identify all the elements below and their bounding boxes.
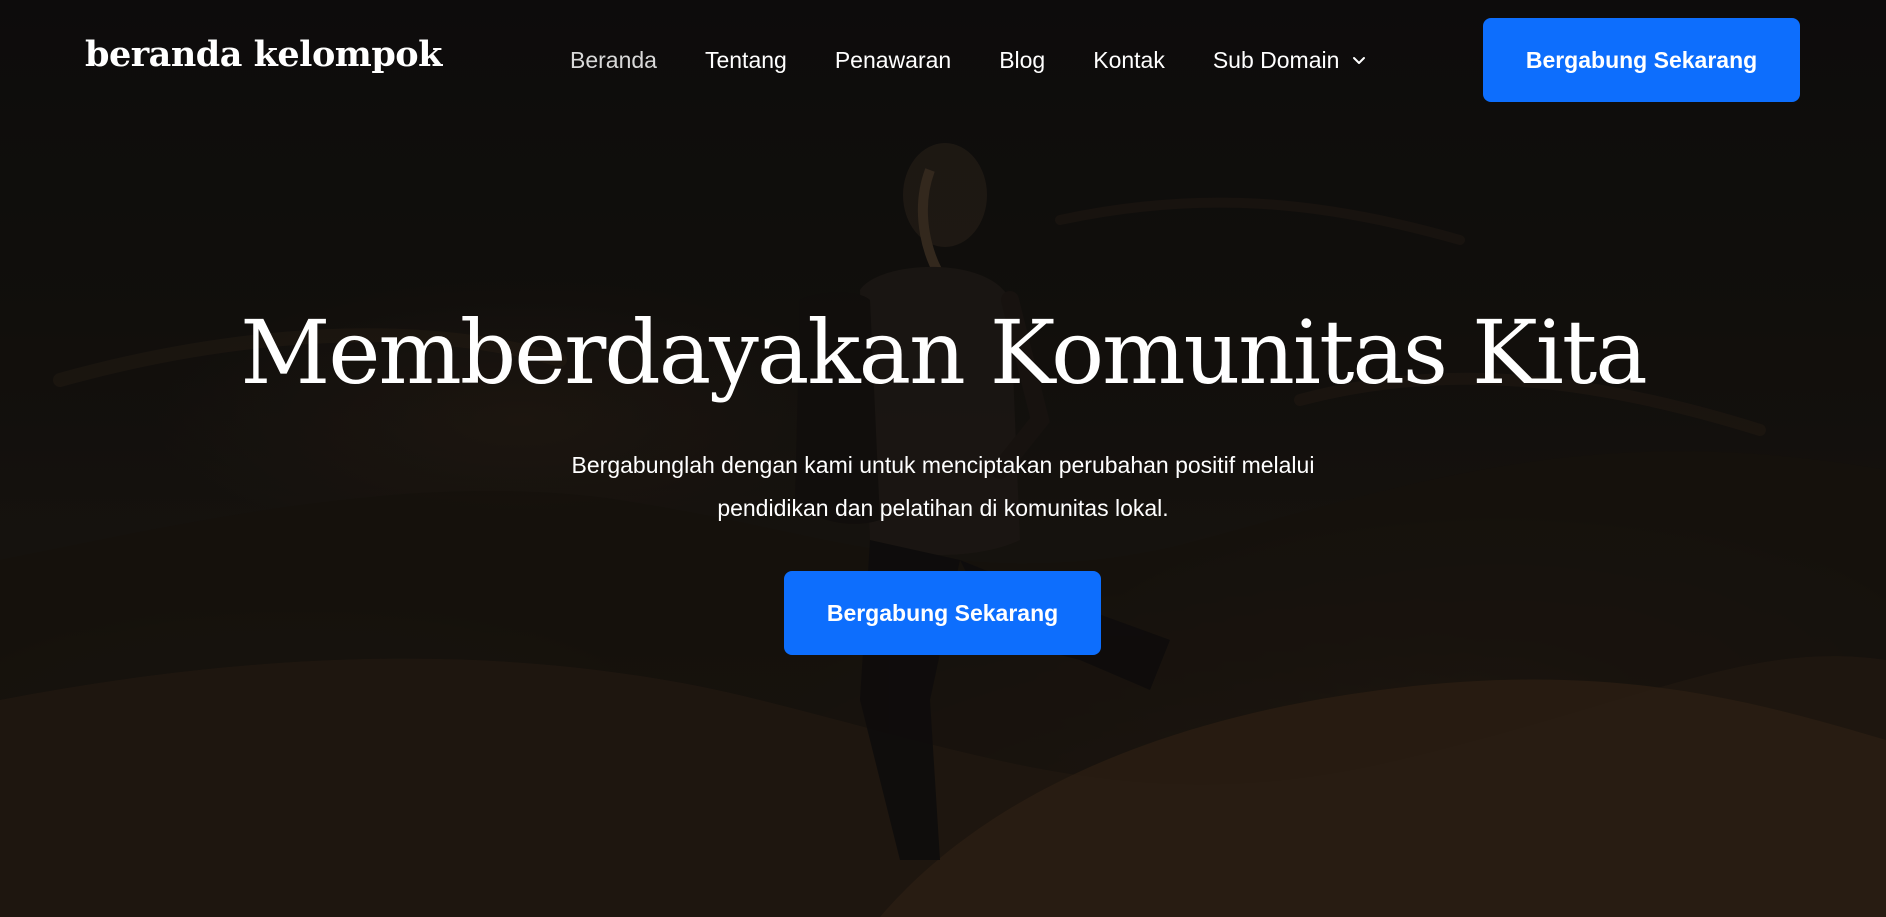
nav-item-sub-domain[interactable]: Sub Domain [1213,44,1368,76]
landing-page: beranda kelompok Beranda Tentang Penawar… [0,0,1886,917]
header-join-button[interactable]: Bergabung Sekarang [1483,18,1800,102]
hero-subtitle: Bergabunglah dengan kami untuk menciptak… [520,444,1366,530]
site-header: beranda kelompok Beranda Tentang Penawar… [0,0,1886,122]
nav-item-sub-domain-label: Sub Domain [1212,47,1340,73]
nav-item-kontak[interactable]: Kontak [1093,44,1165,76]
nav-item-beranda[interactable]: Beranda [570,44,657,76]
hero-title: Memberdayakan Komunitas Kita [240,301,1648,404]
hero-subtitle-line-1: Bergabunglah dengan kami untuk menciptak… [571,452,1315,478]
hero-join-button[interactable]: Bergabung Sekarang [784,571,1101,655]
nav-item-tentang[interactable]: Tentang [705,44,787,76]
nav-item-penawaran[interactable]: Penawaran [835,44,951,76]
brand-logo[interactable]: beranda kelompok [85,35,442,75]
chevron-down-icon [1353,57,1366,64]
nav-item-blog[interactable]: Blog [999,44,1045,76]
main-nav: Beranda Tentang Penawaran Blog Kontak Su… [570,44,1367,76]
hero-subtitle-line-2: pendidikan dan pelatihan di komunitas lo… [717,495,1169,521]
